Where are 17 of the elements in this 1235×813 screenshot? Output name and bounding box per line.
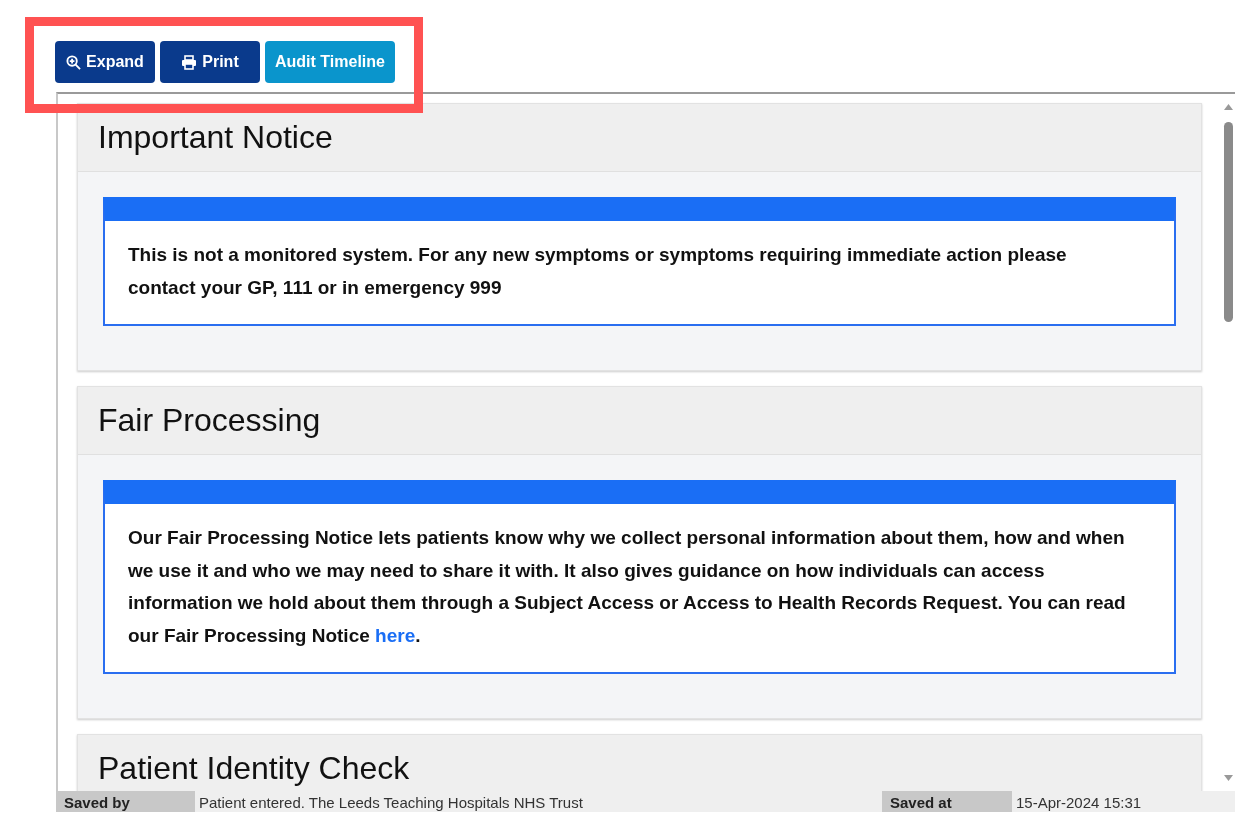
notice-text: Our Fair Processing Notice lets patients know why we collect personal information about them, how and when we use it and who we may need to share it with. It also gives guidance on how individuals can access information we hold about them through a Subject Access or Access to Health Records Request. You can read our Fair Processing Notice here. (128, 526, 1127, 648)
saved-at-value: 15-Apr-2024 15:31 (1012, 791, 1235, 812)
print-button[interactable]: Print (160, 41, 260, 83)
notice-text: This is not a monitored system. For any new symptoms or symptoms requiring immediate action please contact your GP, 111 or in emergency 999 (128, 243, 1068, 300)
printer-icon (181, 54, 198, 70)
saved-at-label: Saved at (882, 791, 1012, 812)
saved-by-label: Saved by (56, 791, 195, 812)
saved-by-value: Patient entered. The Leeds Teaching Hospitals NHS Trust (195, 791, 882, 812)
expand-button[interactable]: Expand (55, 41, 155, 83)
section-title: Patient Identity Check (78, 735, 1201, 791)
section-title: Important Notice (78, 104, 1201, 172)
here-link[interactable]: here (375, 624, 416, 646)
zoom-in-icon (66, 54, 82, 70)
scroll-down-icon[interactable] (1224, 775, 1233, 781)
section-title: Fair Processing (78, 387, 1201, 455)
scroll-thumb[interactable] (1224, 122, 1233, 322)
scroll-up-icon[interactable] (1224, 104, 1233, 110)
